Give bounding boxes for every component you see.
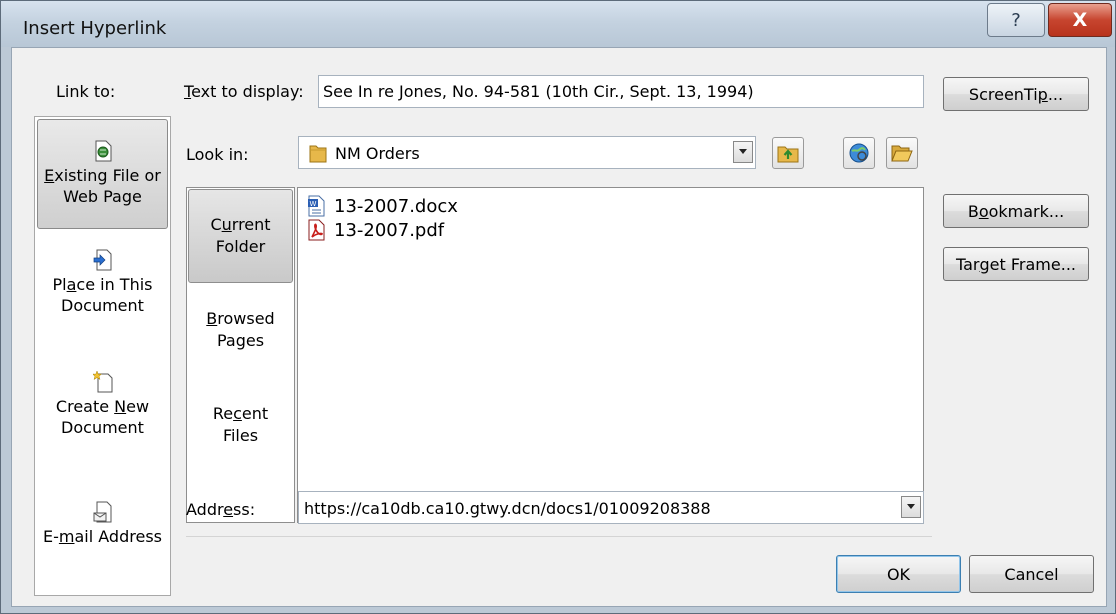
look-in-value: NM Orders <box>335 144 420 163</box>
text-to-display-input[interactable]: See In re Jones, No. 94-581 (10th Cir., … <box>318 75 924 108</box>
look-in-dropdown[interactable]: NM Orders <box>298 136 756 169</box>
link-to-bar: Existing File or Web Page Place in This … <box>34 116 171 596</box>
text-to-display-label: Text to display: <box>184 82 304 101</box>
up-folder-icon <box>777 146 799 163</box>
screentip-button[interactable]: ScreenTi p... <box>943 77 1089 111</box>
look-in-bar: Current Folder Browsed Pages Recent File… <box>186 187 295 523</box>
look-in-label: Look in: <box>186 145 249 164</box>
address-input[interactable]: https://ca10db.ca10.gtwy.dcn/docs1/01009… <box>298 491 924 524</box>
open-folder-icon <box>891 145 913 162</box>
dialog-body: Link to: Existing File or Web Page Place… <box>11 47 1107 607</box>
address-value: https://ca10db.ca10.gtwy.dcn/docs1/01009… <box>304 499 711 518</box>
ok-button[interactable]: OK <box>836 555 961 593</box>
help-button[interactable]: ? <box>987 3 1045 37</box>
file-name: 13-2007.pdf <box>334 219 445 241</box>
link-place-in-this-document[interactable]: Place in This Document <box>35 249 170 316</box>
word-doc-icon: W <box>308 195 325 217</box>
target-frame-button[interactable]: Tar g et Frame... <box>943 247 1089 281</box>
link-create-new-document[interactable]: Create New Document <box>35 371 170 438</box>
file-list[interactable]: W 13-2007.docx 13-2007.pdf <box>297 187 924 523</box>
file-web-icon <box>95 140 111 162</box>
recent-files-button[interactable]: Recent Files <box>187 403 294 447</box>
place-in-document-icon <box>93 249 111 271</box>
list-item[interactable]: W 13-2007.docx <box>306 194 458 218</box>
chevron-down-icon <box>739 149 747 154</box>
list-item[interactable]: 13-2007.pdf <box>306 218 444 242</box>
browse-web-button[interactable] <box>843 137 875 169</box>
cancel-button[interactable]: Cancel <box>969 555 1094 593</box>
help-icon: ? <box>1011 9 1021 31</box>
address-label: Address: <box>186 500 256 519</box>
bookmark-button[interactable]: Bo okmark... <box>943 194 1089 228</box>
text-to-display-value: See In re Jones, No. 94-581 (10th Cir., … <box>323 82 754 101</box>
up-one-folder-button[interactable] <box>772 137 804 169</box>
address-dropdown-arrow[interactable] <box>901 496 921 518</box>
new-document-icon <box>92 371 112 393</box>
email-icon <box>93 501 111 523</box>
folder-icon <box>309 145 327 163</box>
pdf-icon <box>308 219 325 241</box>
browse-file-button[interactable] <box>886 137 918 169</box>
link-email-address[interactable]: E-mail Address <box>35 501 170 547</box>
current-folder-button[interactable]: Current Folder <box>188 189 293 283</box>
insert-hyperlink-dialog: Insert Hyperlink ? X Link to: Existing F… <box>0 0 1116 614</box>
browse-web-icon <box>849 143 869 163</box>
browsed-pages-button[interactable]: Browsed Pages <box>187 308 294 352</box>
close-icon: X <box>1072 9 1088 31</box>
link-existing-file-or-web-page[interactable]: Existing File or Web Page <box>37 119 168 229</box>
close-button[interactable]: X <box>1048 3 1112 37</box>
link-to-label: Link to: <box>56 82 116 101</box>
title-bar[interactable]: Insert Hyperlink ? X <box>1 1 1115 47</box>
svg-text:W: W <box>310 200 317 208</box>
divider <box>186 536 932 537</box>
dialog-title: Insert Hyperlink <box>23 18 167 39</box>
chevron-down-icon <box>907 504 915 509</box>
look-in-dropdown-arrow[interactable] <box>733 141 753 163</box>
file-name: 13-2007.docx <box>334 195 458 217</box>
